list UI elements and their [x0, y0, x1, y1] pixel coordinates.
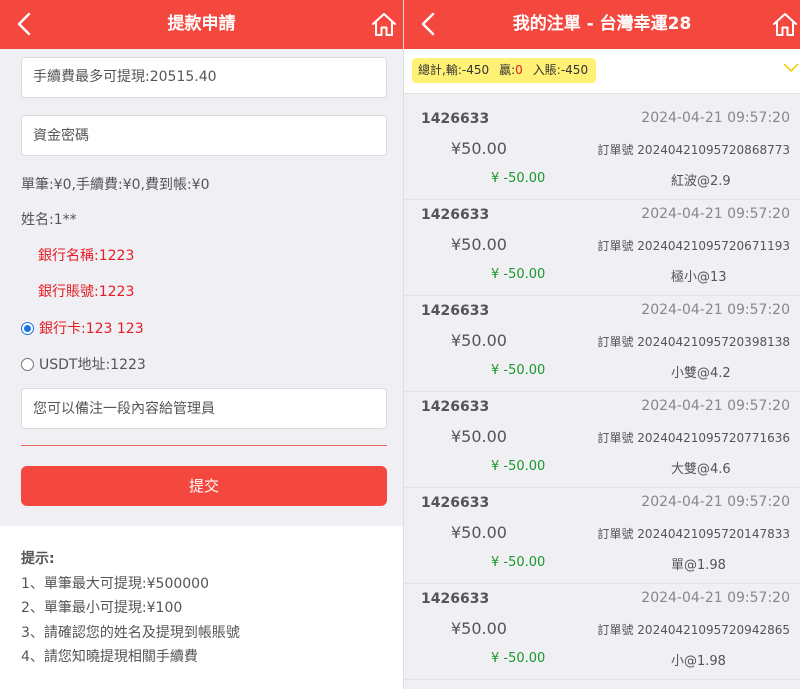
order-bet: 小@1.98: [671, 654, 726, 669]
order-amount: ¥50.00: [451, 427, 507, 446]
summary-badge: 總計,輸:-450 贏:0 入賬:-450: [412, 58, 597, 83]
radio-checked-icon[interactable]: [21, 321, 34, 335]
order-profit: ¥ -50.00: [491, 555, 546, 570]
account-name: 姓名:1**: [21, 212, 77, 228]
order-time: 2024-04-21 09:57:20: [641, 398, 790, 414]
max-withdraw-field: 手續費最多可提現:20515.40: [21, 57, 387, 98]
order-amount: ¥50.00: [451, 523, 507, 542]
order-bet: 單@1.98: [671, 558, 726, 573]
order-user-id: 1426633: [421, 207, 490, 223]
records-header: 我的注單 - 台灣幸運28: [404, 0, 800, 49]
remark-input[interactable]: [21, 388, 387, 429]
order-amount: ¥50.00: [451, 619, 507, 638]
option-usdt[interactable]: USDT地址:1223: [21, 354, 146, 374]
page-title: 我的注單 - 台灣幸運28: [512, 14, 692, 34]
order-item[interactable]: 1426633 2024-04-21 09:57:20 ¥50.00 訂單號 2…: [404, 488, 800, 584]
order-bet: 紅波@2.9: [671, 174, 731, 189]
withdraw-page: 提款申請 手續費最多可提現:20515.40 單筆:¥0,手續費:¥0,費到帳:…: [0, 0, 403, 689]
tip-item: 2、單筆最小可提現:¥100: [21, 600, 183, 616]
order-amount: ¥50.00: [451, 331, 507, 350]
tip-item: 1、單筆最大可提現:¥500000: [21, 576, 209, 592]
order-profit: ¥ -50.00: [491, 171, 546, 186]
order-amount: ¥50.00: [451, 139, 507, 158]
screen: 提款申請 手續費最多可提現:20515.40 單筆:¥0,手續費:¥0,費到帳:…: [0, 0, 800, 689]
option-bank-card[interactable]: 銀行卡:123 123: [21, 318, 144, 338]
summary-loss-value: -450: [461, 63, 490, 77]
summary-loss-label: 輸:: [445, 63, 462, 77]
order-number: 訂單號 20240421095720671193: [597, 239, 790, 253]
submit-button[interactable]: 提交: [21, 466, 387, 506]
order-bet: 小雙@4.2: [671, 366, 731, 381]
order-item[interactable]: 1426633 2024-04-21 09:57:20 ¥50.00 訂單號 2…: [404, 296, 800, 392]
order-user-id: 1426633: [421, 303, 490, 319]
summary-bar: 總計,輸:-450 贏:0 入賬:-450: [404, 49, 800, 94]
order-time: 2024-04-21 09:57:20: [641, 494, 790, 510]
home-icon[interactable]: [772, 11, 798, 37]
withdraw-header: 提款申請: [0, 0, 403, 49]
tip-item: 4、請您知曉提現相關手續費: [21, 649, 198, 665]
order-number: 訂單號 20240421095720771636: [597, 431, 790, 445]
tip-item: 3、請確認您的姓名及提現到帳賬號: [21, 625, 240, 641]
fund-password-input[interactable]: [21, 115, 387, 156]
summary-win-value: 0: [515, 63, 523, 77]
order-user-id: 1426633: [421, 591, 490, 607]
order-profit: ¥ -50.00: [491, 267, 546, 282]
home-icon[interactable]: [371, 11, 397, 37]
order-bet: 大雙@4.6: [671, 462, 731, 477]
order-time: 2024-04-21 09:57:20: [641, 110, 790, 126]
order-number: 訂單號 20240421095720147833: [597, 527, 790, 541]
fee-summary: 單筆:¥0,手續費:¥0,費到帳:¥0: [21, 177, 210, 193]
order-number: 訂單號 20240421095720398138: [597, 335, 790, 349]
order-item[interactable]: 1426633 2024-04-21 09:57:20 ¥50.00 訂單號 2…: [404, 584, 800, 680]
page-title: 提款申請: [167, 14, 236, 34]
summary-deposit-value: -450: [560, 63, 589, 77]
summary-deposit-label: 入賬:: [532, 63, 561, 77]
order-number: 訂單號 20240421095720942865: [597, 623, 790, 637]
order-profit: ¥ -50.00: [491, 363, 546, 378]
bank-account: 銀行賬號:1223: [38, 284, 135, 300]
order-user-id: 1426633: [421, 495, 490, 511]
order-time: 2024-04-21 09:57:20: [641, 206, 790, 222]
order-time: 2024-04-21 09:57:20: [641, 590, 790, 606]
option-bank-card-label: 銀行卡:123 123: [39, 321, 144, 337]
bank-name: 銀行名稱:1223: [38, 248, 135, 264]
tips-panel: 提示: 1、單筆最大可提現:¥500000 2、單筆最小可提現:¥100 3、請…: [0, 526, 403, 689]
order-item[interactable]: 1426633 2024-04-21 09:57:20 ¥50.00 訂單號 2…: [404, 200, 800, 296]
tips-title: 提示:: [21, 551, 55, 567]
order-time: 2024-04-21 09:57:20: [641, 302, 790, 318]
order-user-id: 1426633: [421, 399, 490, 415]
summary-total-label: 總計,: [418, 63, 446, 77]
order-amount: ¥50.00: [451, 235, 507, 254]
bet-records-page: 我的注單 - 台灣幸運28 總計,輸:-450 贏:0 入賬:-450 142663…: [403, 0, 800, 689]
radio-unchecked-icon[interactable]: [21, 357, 34, 371]
order-bet: 極小@13: [671, 270, 727, 285]
order-profit: ¥ -50.00: [491, 459, 546, 474]
chevron-down-icon[interactable]: [783, 62, 799, 74]
divider: [21, 445, 387, 446]
order-item[interactable]: 1426633 2024-04-21 09:57:20 ¥50.00 訂單號 2…: [404, 104, 800, 200]
summary-win-label: 贏:: [499, 63, 516, 77]
option-usdt-label: USDT地址:1223: [39, 357, 146, 373]
order-number: 訂單號 20240421095720868773: [597, 143, 790, 157]
order-profit: ¥ -50.00: [491, 651, 546, 666]
order-list: 1426633 2024-04-21 09:57:20 ¥50.00 訂單號 2…: [404, 104, 800, 680]
order-item[interactable]: 1426633 2024-04-21 09:57:20 ¥50.00 訂單號 2…: [404, 392, 800, 488]
order-user-id: 1426633: [421, 111, 490, 127]
